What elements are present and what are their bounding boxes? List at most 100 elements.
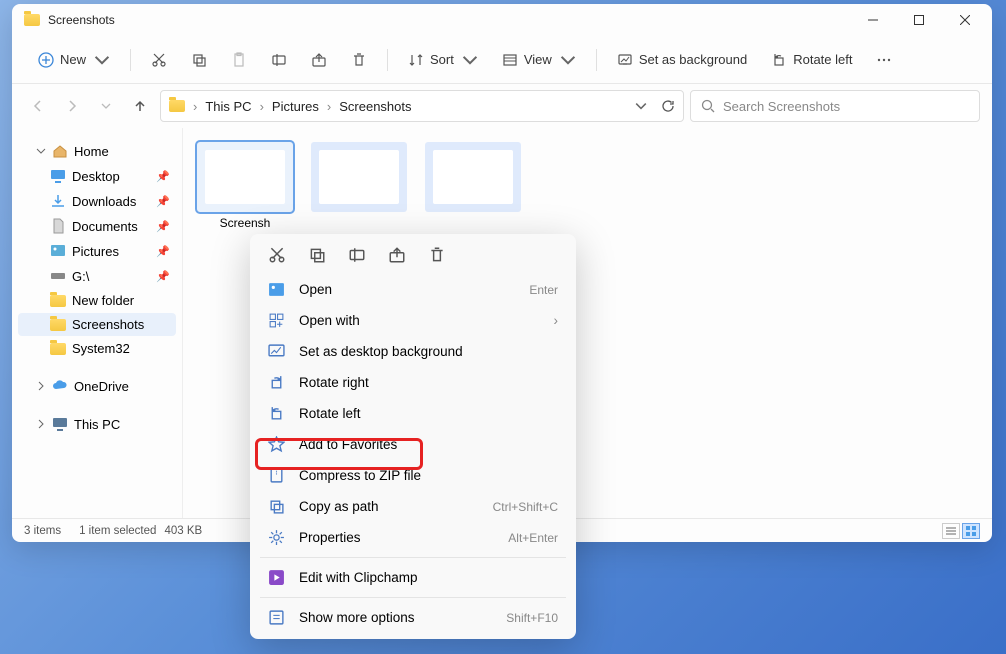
ctx-shortcut: Ctrl+Shift+C <box>493 500 558 514</box>
ctx-clipchamp[interactable]: Edit with Clipchamp <box>250 562 576 593</box>
maximize-button[interactable] <box>896 4 942 36</box>
view-button[interactable]: View <box>492 46 586 74</box>
sidebar-label: Downloads <box>72 194 136 209</box>
ctx-open[interactable]: Open Enter <box>250 274 576 305</box>
ctx-rotate-left[interactable]: Rotate left <box>250 398 576 429</box>
sidebar-item-documents[interactable]: Documents📌 <box>18 214 176 238</box>
sort-button[interactable]: Sort <box>398 46 488 74</box>
sidebar-item-home[interactable]: Home <box>18 139 176 163</box>
ctx-label: Rotate left <box>299 406 361 421</box>
cut-icon[interactable] <box>268 246 286 264</box>
new-button[interactable]: New <box>28 46 120 74</box>
context-quick-actions <box>250 240 576 274</box>
share-icon[interactable] <box>388 246 406 264</box>
sidebar-label: Home <box>74 144 109 159</box>
file-item[interactable] <box>311 142 407 212</box>
chevron-down-icon[interactable] <box>635 100 647 112</box>
status-selected: 1 item selected <box>79 525 156 537</box>
file-item[interactable]: Screensh <box>197 142 293 230</box>
folder-icon <box>50 319 66 331</box>
sidebar-item-gdrive[interactable]: G:\ 📌 <box>18 264 176 288</box>
separator <box>260 597 566 598</box>
up-button[interactable] <box>126 92 154 120</box>
delete-button[interactable] <box>341 46 377 74</box>
more-button[interactable] <box>866 46 902 74</box>
delete-icon[interactable] <box>428 246 446 264</box>
separator <box>596 49 597 71</box>
sidebar-item-thispc[interactable]: This PC <box>18 412 176 436</box>
ctx-label: Open <box>299 282 332 297</box>
refresh-icon[interactable] <box>661 99 675 113</box>
share-button[interactable] <box>301 46 337 74</box>
set-bg-label: Set as background <box>639 52 747 67</box>
forward-button[interactable] <box>58 92 86 120</box>
file-item[interactable] <box>425 142 521 212</box>
sidebar-item-onedrive[interactable]: OneDrive <box>18 374 176 398</box>
sidebar-item-desktop[interactable]: Desktop📌 <box>18 164 176 188</box>
pin-icon: 📌 <box>156 170 170 183</box>
nav-row: › This PC › Pictures › Screenshots Searc… <box>12 84 992 128</box>
chevron-right-icon: › <box>554 313 559 328</box>
ctx-shortcut: Shift+F10 <box>506 611 558 625</box>
wallpaper-icon <box>268 343 285 360</box>
recent-button[interactable] <box>92 92 120 120</box>
ctx-set-background[interactable]: Set as desktop background <box>250 336 576 367</box>
thumbnail <box>197 142 293 212</box>
search-box[interactable]: Search Screenshots <box>690 90 980 122</box>
window-title: Screenshots <box>48 13 115 27</box>
search-icon <box>701 99 715 113</box>
copy-path-icon <box>268 498 285 515</box>
pin-icon: 📌 <box>156 270 170 283</box>
rename-button[interactable] <box>261 46 297 74</box>
details-view-button[interactable] <box>942 523 960 539</box>
thumbnails-view-button[interactable] <box>962 523 980 539</box>
ctx-label: Copy as path <box>299 499 379 514</box>
sidebar-label: System32 <box>72 341 130 356</box>
sidebar-item-downloads[interactable]: Downloads📌 <box>18 189 176 213</box>
folder-icon <box>169 100 185 112</box>
pc-icon <box>52 416 68 432</box>
rotate-left-button[interactable]: Rotate left <box>761 46 862 74</box>
address-bar[interactable]: › This PC › Pictures › Screenshots <box>160 90 684 122</box>
home-icon <box>52 143 68 159</box>
ctx-label: Properties <box>299 530 361 545</box>
rename-icon[interactable] <box>348 246 366 264</box>
breadcrumb-root[interactable]: This PC <box>205 99 251 114</box>
search-placeholder: Search Screenshots <box>723 99 840 114</box>
back-button[interactable] <box>24 92 52 120</box>
sidebar-item-screenshots[interactable]: Screenshots <box>18 313 176 336</box>
ctx-properties[interactable]: Properties Alt+Enter <box>250 522 576 553</box>
paste-button[interactable] <box>221 46 257 74</box>
set-background-button[interactable]: Set as background <box>607 46 757 74</box>
ctx-copy-path[interactable]: Copy as path Ctrl+Shift+C <box>250 491 576 522</box>
breadcrumb-pictures[interactable]: Pictures <box>272 99 319 114</box>
copy-button[interactable] <box>181 46 217 74</box>
ctx-add-favorites[interactable]: Add to Favorites <box>250 429 576 460</box>
separator <box>130 49 131 71</box>
sidebar-label: G:\ <box>72 269 89 284</box>
chevron-down-icon <box>94 52 110 68</box>
copy-icon[interactable] <box>308 246 326 264</box>
sidebar-item-system32[interactable]: System32 <box>18 337 176 360</box>
sidebar-label: This PC <box>74 417 120 432</box>
breadcrumb-screenshots[interactable]: Screenshots <box>339 99 411 114</box>
sidebar-label: Screenshots <box>72 317 144 332</box>
sidebar-item-pictures[interactable]: Pictures📌 <box>18 239 176 263</box>
desktop-icon <box>50 168 66 184</box>
sidebar-item-newfolder[interactable]: New folder <box>18 289 176 312</box>
ctx-compress-zip[interactable]: Compress to ZIP file <box>250 460 576 491</box>
sidebar: Home Desktop📌 Downloads📌 Documents📌 Pict… <box>12 128 182 518</box>
rotate-left-icon <box>268 405 285 422</box>
pin-icon: 📌 <box>156 220 170 233</box>
ctx-rotate-right[interactable]: Rotate right <box>250 367 576 398</box>
cut-button[interactable] <box>141 46 177 74</box>
documents-icon <box>50 218 66 234</box>
folder-icon <box>50 343 66 355</box>
ctx-open-with[interactable]: Open with › <box>250 305 576 336</box>
view-mode-toggle <box>942 523 980 539</box>
chevron-down-icon <box>36 146 46 156</box>
close-button[interactable] <box>942 4 988 36</box>
ctx-more-options[interactable]: Show more options Shift+F10 <box>250 602 576 633</box>
chevron-down-icon <box>462 52 478 68</box>
minimize-button[interactable] <box>850 4 896 36</box>
